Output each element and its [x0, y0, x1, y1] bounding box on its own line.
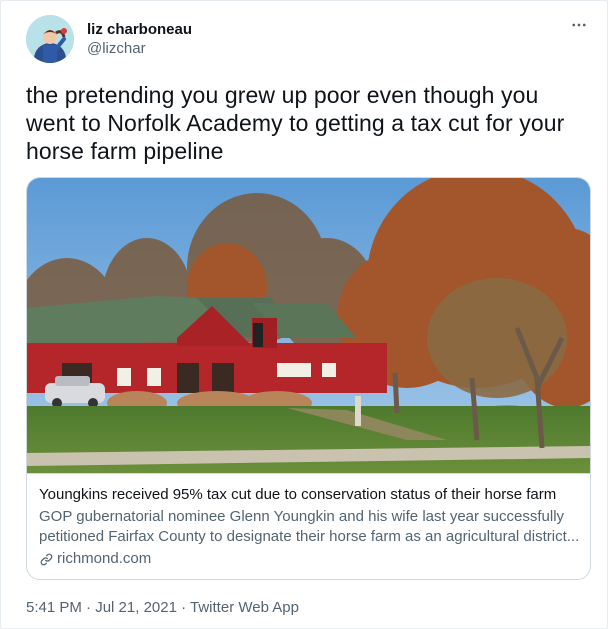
tweet-meta: 5:41 PM · Jul 21, 2021 · Twitter Web App [26, 598, 299, 618]
tweet-container: liz charboneau @lizchar the pretending y… [0, 0, 608, 629]
more-options-button[interactable] [565, 11, 593, 39]
link-card[interactable]: Youngkins received 95% tax cut due to co… [26, 177, 591, 580]
tweet-header: liz charboneau @lizchar [26, 15, 593, 65]
card-title: Youngkins received 95% tax cut due to co… [39, 486, 557, 503]
card-domain: richmond.com [39, 549, 578, 569]
card-description-line-2: petitioned Fairfax County to designate t… [39, 528, 578, 545]
author-display-name[interactable]: liz charboneau [87, 20, 192, 39]
avatar-illustration-icon [26, 15, 74, 63]
card-description-line-1: GOP gubernatorial nominee Glenn Youngkin… [39, 508, 565, 525]
tweet-text: the pretending you grew up poor even tho… [26, 82, 565, 164]
more-horizontal-icon [572, 23, 586, 27]
card-image [27, 178, 590, 473]
tweet-timestamp-time[interactable]: 5:41 PM [26, 599, 82, 616]
card-domain-text: richmond.com [57, 550, 152, 567]
tweet-timestamp-date[interactable]: Jul 21, 2021 [95, 599, 177, 616]
avatar[interactable] [26, 15, 74, 63]
meta-separator-2: · [176, 599, 191, 616]
tweet-source[interactable]: Twitter Web App [190, 599, 299, 616]
author-handle[interactable]: @lizchar [87, 39, 192, 59]
author-names: liz charboneau @lizchar [87, 20, 192, 59]
card-description: GOP gubernatorial nominee Glenn Youngkin… [39, 507, 578, 547]
link-icon [40, 553, 53, 565]
meta-separator: · [81, 599, 96, 616]
card-body: Youngkins received 95% tax cut due to co… [27, 474, 590, 579]
